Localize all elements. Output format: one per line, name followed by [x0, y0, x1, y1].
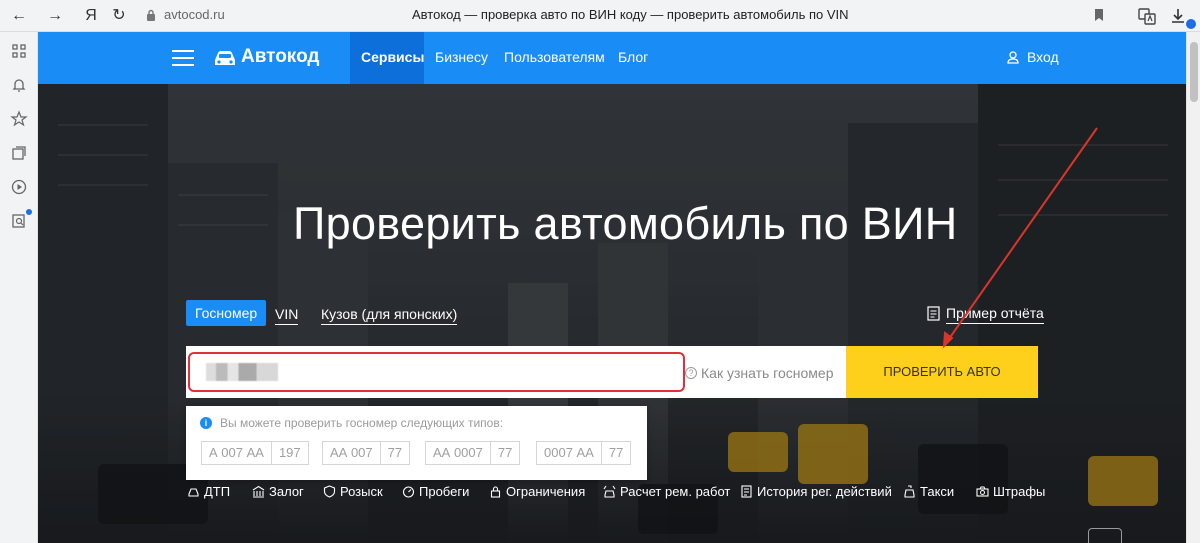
plate-number: 0007 АА [544, 445, 594, 460]
nav-business[interactable]: Бизнесу [435, 49, 488, 65]
tab-gosnomer[interactable]: Госномер [186, 300, 267, 326]
service-label: Такси [920, 484, 955, 499]
service-label: Штрафы [993, 484, 1046, 499]
plate-number: АА 007 [330, 445, 373, 460]
report-doc-icon [927, 306, 940, 321]
lock-icon [490, 486, 501, 498]
star-icon[interactable] [10, 110, 28, 128]
tab-body-japanese[interactable]: Кузов (для японских) [321, 303, 458, 325]
service-taxi[interactable]: Такси [903, 484, 954, 499]
plate-example: АА 007 77 [322, 441, 411, 465]
sample-report-link[interactable]: Пример отчёта [946, 303, 1044, 324]
plate-example: А 007 АА 197 [201, 441, 309, 465]
plate-example: АА 0007 77 [425, 441, 521, 465]
nav-users[interactable]: Пользователям [504, 49, 605, 65]
login-link[interactable]: Вход [1027, 49, 1059, 65]
taxi-icon [904, 485, 915, 498]
chat-widget-tab[interactable] [1088, 528, 1122, 543]
service-restrictions[interactable]: Ограничения [489, 484, 585, 499]
plate-region: 77 [379, 442, 409, 464]
service-label: Пробеги [419, 484, 470, 499]
service-label: Ограничения [506, 484, 586, 499]
check-car-button[interactable]: ПРОВЕРИТЬ АВТО [846, 346, 1038, 398]
nav-blog[interactable]: Блог [618, 49, 648, 65]
service-repair-calc[interactable]: Расчет рем. работ [603, 484, 730, 499]
plate-region: 77 [600, 442, 630, 464]
plate-search-input[interactable] [200, 362, 670, 384]
play-icon[interactable] [10, 178, 28, 196]
translate-icon[interactable] [1137, 6, 1157, 26]
service-label: Розыск [340, 484, 383, 499]
repair-car-icon [603, 485, 616, 498]
download-badge [1186, 19, 1196, 29]
document-icon [741, 485, 752, 498]
search-input-highlight[interactable] [188, 352, 685, 392]
plate-example: 0007 АА 77 [536, 441, 632, 465]
forward-button[interactable]: → [44, 5, 66, 27]
shield-icon [323, 485, 336, 498]
camera-icon [976, 486, 989, 497]
menu-icon[interactable] [172, 50, 194, 66]
service-mileage[interactable]: Пробеги [402, 484, 469, 499]
page-scrollbar[interactable] [1186, 32, 1200, 543]
plate-number: АА 0007 [433, 445, 483, 460]
collections-icon[interactable] [10, 144, 28, 162]
crash-icon [188, 488, 199, 497]
service-label: Расчет рем. работ [620, 484, 731, 499]
notification-dot [26, 209, 32, 215]
site-header: Автокод Сервисы Бизнесу Пользователям Бл… [38, 32, 1186, 84]
scrollbar-thumb[interactable] [1190, 42, 1198, 102]
logo-text[interactable]: Автокод [241, 46, 320, 68]
nav-services[interactable]: Сервисы [361, 49, 424, 65]
address-domain: avtocod.ru [164, 7, 225, 22]
help-link[interactable]: Как узнать госномер [701, 365, 833, 381]
plate-region: 197 [270, 442, 308, 464]
yandex-home-button[interactable]: Я [80, 5, 102, 27]
bank-icon [252, 485, 265, 498]
service-label: Залог [269, 484, 304, 499]
search-doc-icon[interactable] [10, 212, 28, 230]
speedometer-icon [402, 486, 415, 498]
service-fines[interactable]: Штрафы [976, 484, 1045, 499]
back-button[interactable]: ← [8, 5, 30, 27]
info-icon: i [200, 417, 212, 429]
lock-icon [147, 9, 155, 21]
download-icon[interactable] [1168, 6, 1188, 26]
user-icon [1007, 51, 1019, 64]
plate-region: 77 [489, 442, 519, 464]
car-logo-icon[interactable] [212, 48, 238, 68]
service-pledge[interactable]: Залог [252, 484, 304, 499]
plate-types-hint: i Вы можете проверить госномер следующих… [186, 406, 647, 480]
page-title-bar: Автокод — проверка авто по ВИН коду — пр… [412, 7, 849, 22]
hint-text: Вы можете проверить госномер следующих т… [220, 416, 504, 430]
bookmark-icon[interactable] [1094, 8, 1104, 22]
hero-title: Проверить автомобиль по ВИН [293, 198, 958, 249]
service-label: История рег. действий [757, 484, 892, 499]
tab-vin[interactable]: VIN [275, 303, 299, 325]
apps-grid-icon[interactable] [10, 42, 28, 60]
browser-toolbar: ← → Я ↻ avtocod.ru Автокод — проверка ав… [0, 0, 1200, 32]
browser-sidebar [0, 32, 38, 543]
bell-icon[interactable] [10, 76, 28, 94]
service-reg-history[interactable]: История рег. действий [740, 484, 892, 499]
service-wanted[interactable]: Розыск [323, 484, 383, 499]
plate-number: А 007 АА [209, 445, 264, 460]
service-dtp[interactable]: ДТП [187, 484, 230, 499]
service-label: ДТП [204, 484, 231, 499]
hero-section: Проверить автомобиль по ВИН Госномер VIN… [38, 84, 1186, 543]
help-icon: ? [685, 367, 697, 379]
reload-button[interactable]: ↻ [108, 5, 130, 27]
